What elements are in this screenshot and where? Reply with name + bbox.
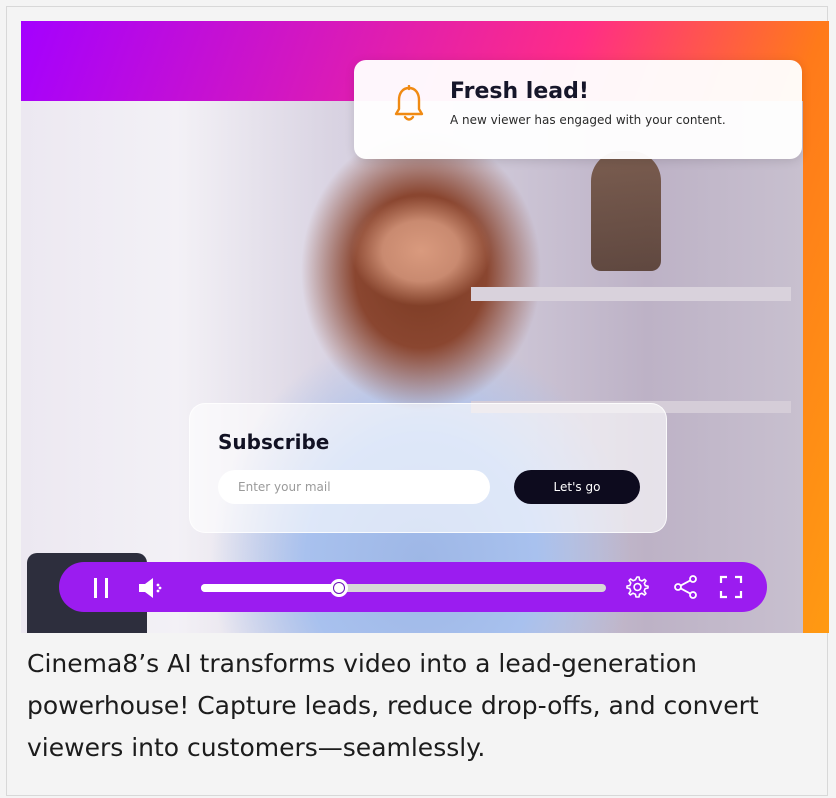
content-card: Fresh lead! A new viewer has engaged wit… xyxy=(6,6,829,796)
pause-icon[interactable] xyxy=(91,577,111,599)
seek-bar[interactable] xyxy=(201,579,606,597)
subscribe-form: Subscribe Let's go xyxy=(189,403,667,533)
video-area[interactable] xyxy=(21,101,803,633)
lets-go-button[interactable]: Let's go xyxy=(514,470,640,504)
background-shelf xyxy=(471,287,791,301)
player-controls xyxy=(59,562,767,612)
lead-notification: Fresh lead! A new viewer has engaged wit… xyxy=(354,60,802,159)
notification-message: A new viewer has engaged with your conte… xyxy=(450,113,726,127)
volume-icon[interactable] xyxy=(137,576,165,600)
promo-frame: Fresh lead! A new viewer has engaged wit… xyxy=(21,21,829,633)
seek-progress xyxy=(201,584,339,592)
subscribe-title: Subscribe xyxy=(218,430,330,454)
share-icon[interactable] xyxy=(673,575,699,599)
background-vase xyxy=(591,151,661,271)
promo-caption: Cinema8’s AI transforms video into a lea… xyxy=(27,649,759,762)
notification-title: Fresh lead! xyxy=(450,79,589,104)
gear-icon[interactable] xyxy=(625,575,649,599)
bell-icon xyxy=(394,85,424,121)
email-field[interactable] xyxy=(218,470,490,504)
fullscreen-icon[interactable] xyxy=(719,575,743,599)
seek-handle[interactable] xyxy=(329,579,348,597)
